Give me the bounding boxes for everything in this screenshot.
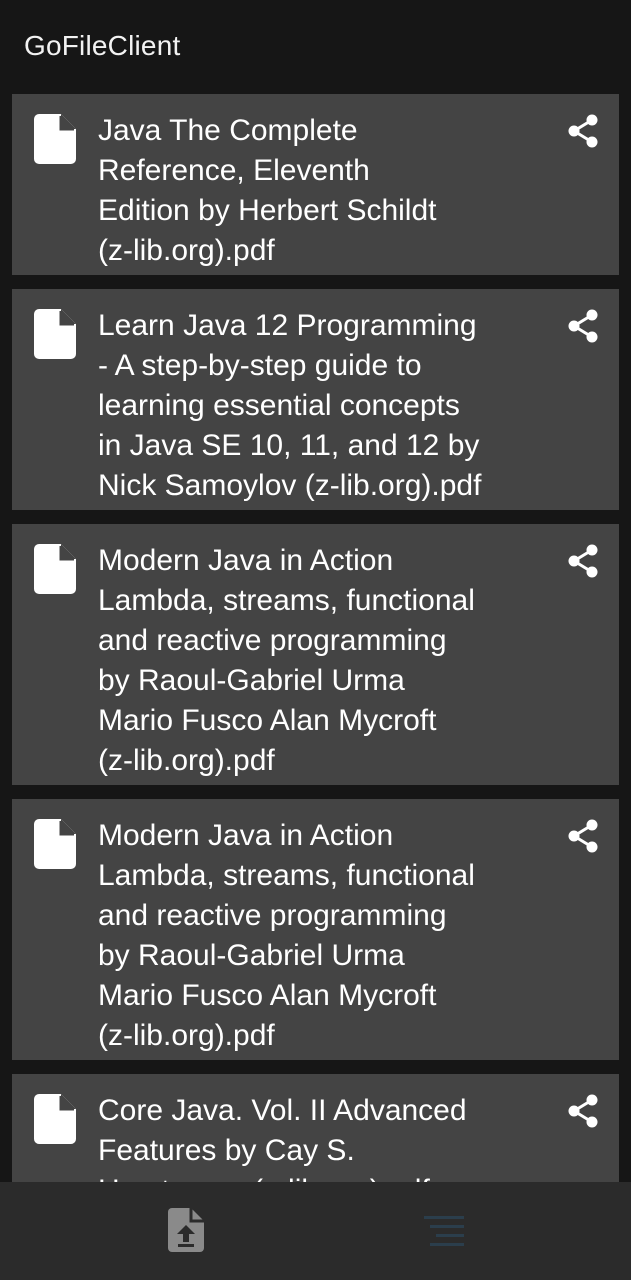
share-icon[interactable]	[567, 544, 599, 578]
file-icon	[34, 819, 76, 869]
file-card[interactable]: Modern Java in Action Lambda, streams, f…	[12, 799, 619, 1060]
share-icon[interactable]	[567, 1094, 599, 1128]
app-screen: GoFileClient Java The Complete Reference…	[0, 0, 631, 1280]
upload-file-icon	[168, 1208, 204, 1252]
share-icon[interactable]	[567, 114, 599, 148]
list-icon	[424, 1216, 464, 1246]
nav-upload-button[interactable]	[0, 1182, 316, 1280]
file-card[interactable]: Learn Java 12 Programming - A step-by-st…	[12, 289, 619, 510]
file-icon	[34, 1094, 76, 1144]
file-card[interactable]: Modern Java in Action Lambda, streams, f…	[12, 524, 619, 785]
file-icon	[34, 544, 76, 594]
bottom-navigation	[0, 1182, 631, 1280]
file-card[interactable]: Core Java. Vol. II Advanced Features by …	[12, 1074, 619, 1182]
file-card[interactable]: Java The Complete Reference, Eleventh Ed…	[12, 94, 619, 275]
nav-list-button[interactable]	[316, 1182, 631, 1280]
app-title: GoFileClient	[24, 30, 181, 61]
file-icon	[34, 309, 76, 359]
file-name: Modern Java in Action Lambda, streams, f…	[98, 819, 475, 1052]
share-icon[interactable]	[567, 309, 599, 343]
file-name: Learn Java 12 Programming - A step-by-st…	[98, 309, 482, 502]
file-name: Java The Complete Reference, Eleventh Ed…	[98, 114, 437, 267]
file-icon	[34, 114, 76, 164]
file-name: Modern Java in Action Lambda, streams, f…	[98, 544, 475, 777]
file-list[interactable]: Java The Complete Reference, Eleventh Ed…	[12, 94, 619, 1182]
file-name: Core Java. Vol. II Advanced Features by …	[98, 1094, 467, 1182]
share-icon[interactable]	[567, 819, 599, 853]
app-bar: GoFileClient	[0, 0, 631, 94]
